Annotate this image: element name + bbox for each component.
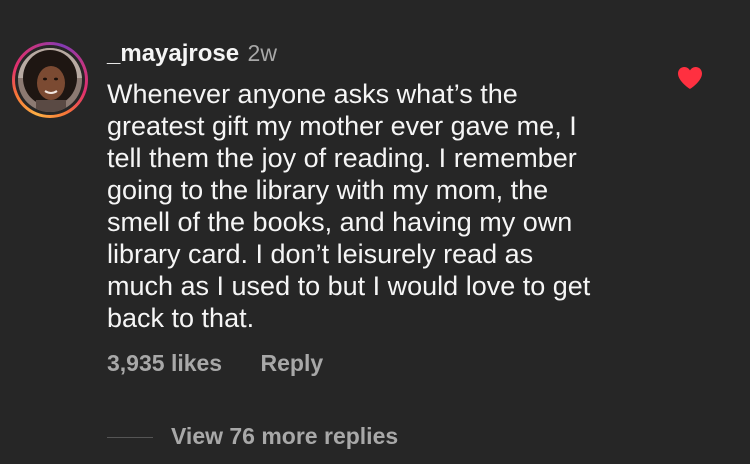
comment: _mayajrose 2w Whenever anyone asks what’…	[0, 0, 750, 464]
comment-text-line: back to that.	[107, 303, 255, 333]
avatar-image	[18, 48, 82, 112]
avatar[interactable]	[12, 42, 88, 118]
comment-meta: 3,935 likes Reply	[107, 350, 323, 380]
comment-text-line: tell them the joy of reading. I remember	[107, 143, 577, 173]
view-more-replies-button[interactable]: View 76 more replies	[171, 423, 398, 450]
comment-body: Whenever anyone asks what’s the greatest…	[107, 78, 667, 334]
timestamp: 2w	[247, 40, 277, 66]
comment-text-line: greatest gift my mother ever gave me, I	[107, 111, 577, 141]
comment-text-line: Whenever anyone asks what’s the	[107, 79, 518, 109]
like-button[interactable]	[677, 66, 703, 90]
comment-text-line: going to the library with my mom, the	[107, 175, 549, 205]
avatar-photo	[18, 48, 82, 112]
comment-header: _mayajrose 2w	[107, 40, 277, 68]
comment-text-line: library card. I don’t leisurely read as	[107, 239, 534, 269]
likes-count[interactable]: 3,935 likes	[107, 350, 222, 376]
comment-text-line: smell of the books, and having my own	[107, 207, 573, 237]
username-link[interactable]: _mayajrose	[107, 40, 239, 67]
replies-divider	[107, 437, 153, 438]
heart-icon	[678, 67, 702, 89]
comment-text-line: much as I used to but I would love to ge…	[107, 271, 591, 301]
reply-button[interactable]: Reply	[261, 350, 324, 376]
